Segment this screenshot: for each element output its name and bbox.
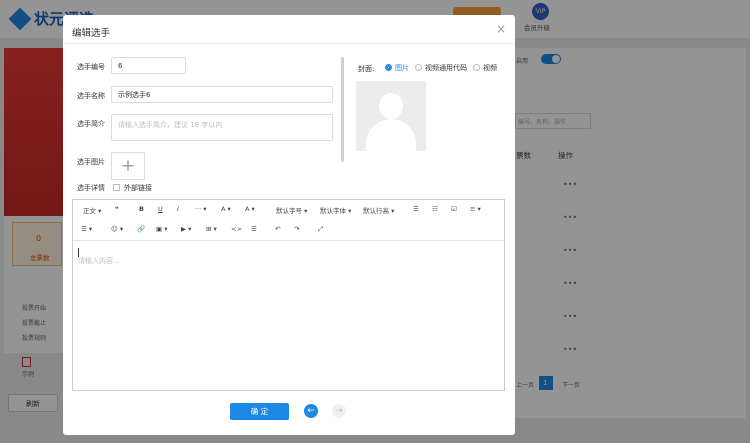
name-field[interactable]: 示例选手6 xyxy=(111,86,333,103)
avatar-body-icon xyxy=(366,119,416,151)
cover-image-radio[interactable] xyxy=(385,64,392,71)
toolbar-emoji-icon[interactable]: ☺ ▾ xyxy=(111,225,123,233)
toolbar-bold-icon[interactable]: B xyxy=(139,205,144,213)
cover-video-radio[interactable] xyxy=(473,64,480,71)
cover-video-code-option[interactable]: 视频通用代码 xyxy=(425,63,467,73)
title-divider xyxy=(63,43,515,44)
name-label: 选手名称 xyxy=(77,92,105,100)
toolbar-italic-icon[interactable]: I xyxy=(177,205,179,213)
external-link-label[interactable]: 外部链接 xyxy=(124,183,152,193)
toolbar-quote-icon[interactable]: ❝ xyxy=(115,205,119,213)
toolbar-indent-icon[interactable]: ☰ ▾ xyxy=(81,225,92,233)
toolbar-paragraph[interactable]: 正文 ▾ xyxy=(83,205,101,215)
toolbar-line-height[interactable]: 默认行高 ▾ xyxy=(363,205,394,215)
toolbar-font-family[interactable]: 默认字体 ▾ xyxy=(320,205,351,215)
detail-label: 选手详情 xyxy=(77,184,105,192)
editor-placeholder[interactable]: 请输入内容... xyxy=(78,256,120,266)
number-field[interactable]: 6 xyxy=(111,57,186,74)
toolbar-todo-icon[interactable]: ☑ xyxy=(451,205,457,213)
cover-label: 封面: xyxy=(358,65,375,73)
edit-contestant-dialog: 编辑选手 × 选手编号 6 选手名称 示例选手6 选手简介 请输入选手简介，建议… xyxy=(63,15,515,435)
external-link-checkbox[interactable] xyxy=(113,184,120,191)
confirm-button[interactable]: 确 定 xyxy=(230,403,289,420)
cover-video-code-radio[interactable] xyxy=(415,64,422,71)
upload-image-button[interactable]: + xyxy=(111,152,145,180)
avatar-head-icon xyxy=(379,93,403,119)
toolbar-code-icon[interactable]: <> xyxy=(231,225,242,233)
cover-video-option[interactable]: 视频 xyxy=(483,63,497,73)
toolbar-more-icon[interactable]: ··· ▾ xyxy=(195,205,207,213)
image-label: 选手图片 xyxy=(77,158,105,166)
close-icon[interactable]: × xyxy=(496,22,506,36)
toolbar-undo-icon[interactable]: ↶ xyxy=(275,225,280,233)
toolbar-divider xyxy=(73,240,504,241)
editor-toolbar-row1: 正文 ▾ ❝ B U I ··· ▾ A ▾ A ▾ 默认字号 ▾ 默认字体 ▾… xyxy=(73,200,504,220)
arrow-right-icon[interactable]: → xyxy=(332,404,346,418)
toolbar-font-color-icon[interactable]: A ▾ xyxy=(221,205,231,213)
toolbar-video-icon[interactable]: ▶ ▾ xyxy=(181,225,191,233)
editor-toolbar-row2: ☰ ▾ ☺ ▾ 🔗 ▣ ▾ ▶ ▾ ⊞ ▾ <> ☰ ↶ ↷ ⤢ xyxy=(73,220,504,240)
toolbar-redo-icon[interactable]: ↷ xyxy=(294,225,299,233)
toolbar-bg-color-icon[interactable]: A ▾ xyxy=(245,205,255,213)
intro-label: 选手简介 xyxy=(77,120,105,128)
toolbar-numbered-list-icon[interactable]: ☷ xyxy=(432,205,438,213)
arrow-left-icon[interactable]: ← xyxy=(304,404,318,418)
cover-image-option[interactable]: 图片 xyxy=(395,63,409,73)
toolbar-font-size[interactable]: 默认字号 ▾ xyxy=(276,205,307,215)
toolbar-underline-icon[interactable]: U xyxy=(158,205,163,213)
form-scrollbar[interactable] xyxy=(341,57,344,162)
toolbar-link-icon[interactable]: 🔗 xyxy=(137,225,145,233)
toolbar-bullet-list-icon[interactable]: ☰ xyxy=(413,205,419,213)
dialog-title: 编辑选手 xyxy=(72,28,111,39)
toolbar-align-icon[interactable]: ≡ ▾ xyxy=(470,205,481,213)
toolbar-image-icon[interactable]: ▣ ▾ xyxy=(156,225,167,233)
intro-field[interactable]: 请输入选手简介，建议 18 字以内 xyxy=(111,114,333,141)
toolbar-fullscreen-icon[interactable]: ⤢ xyxy=(318,225,323,234)
cover-image-placeholder[interactable] xyxy=(356,81,426,151)
number-label: 选手编号 xyxy=(77,63,105,71)
rich-text-editor[interactable]: 正文 ▾ ❝ B U I ··· ▾ A ▾ A ▾ 默认字号 ▾ 默认字体 ▾… xyxy=(72,199,505,391)
toolbar-table-icon[interactable]: ⊞ ▾ xyxy=(206,225,217,233)
toolbar-divider-icon[interactable]: ☰ xyxy=(251,225,257,233)
